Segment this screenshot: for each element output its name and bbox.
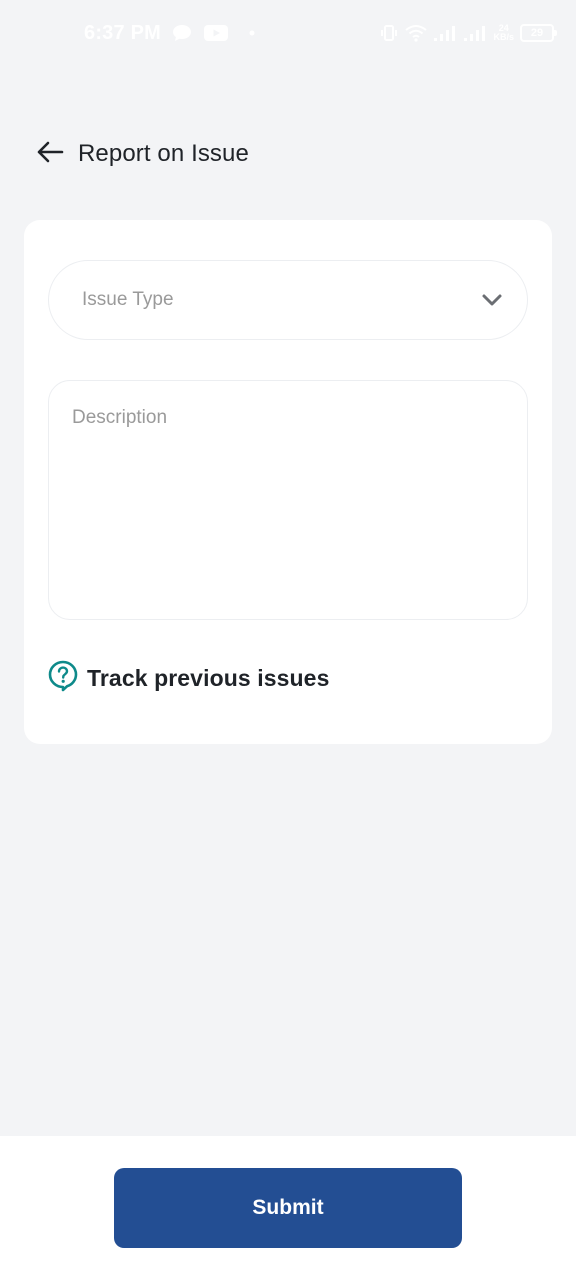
description-textarea[interactable]: Description [48,380,528,620]
arrow-left-icon [36,140,64,169]
status-left: 6:37 PM [84,22,255,45]
bottom-bar: Submit [0,1136,576,1280]
chat-bubble-icon [171,23,193,43]
description-placeholder: Description [72,407,168,428]
youtube-icon [203,23,229,43]
track-previous-issues-link[interactable]: Track previous issues [48,660,329,696]
dot-icon [249,30,255,36]
back-button[interactable] [36,140,64,168]
page-title: Report on Issue [78,140,249,167]
status-bar: 6:37 PM 24 KB/s 29 [0,0,576,66]
network-speed-unit: KB/s [493,32,514,42]
chevron-down-icon [481,293,503,307]
battery-icon: 29 [520,24,557,42]
track-previous-issues-label: Track previous issues [87,664,330,691]
status-right: 24 KB/s 29 [379,23,557,43]
header: Report on Issue [36,136,249,172]
issue-type-select[interactable]: Issue Type [48,260,528,340]
vibrate-icon [379,23,399,43]
battery-level: 29 [530,27,544,39]
status-time: 6:37 PM [84,21,161,44]
submit-button[interactable]: Submit [114,1168,462,1248]
signal-icon-2 [463,24,487,42]
submit-button-label: Submit [252,1196,324,1219]
report-form-card: Issue Type Description Track previous is… [24,220,552,744]
issue-type-placeholder: Issue Type [82,289,174,310]
question-bubble-icon [48,660,78,697]
wifi-icon [405,24,428,42]
network-speed: 24 KB/s [493,24,514,42]
signal-icon-1 [433,24,457,42]
